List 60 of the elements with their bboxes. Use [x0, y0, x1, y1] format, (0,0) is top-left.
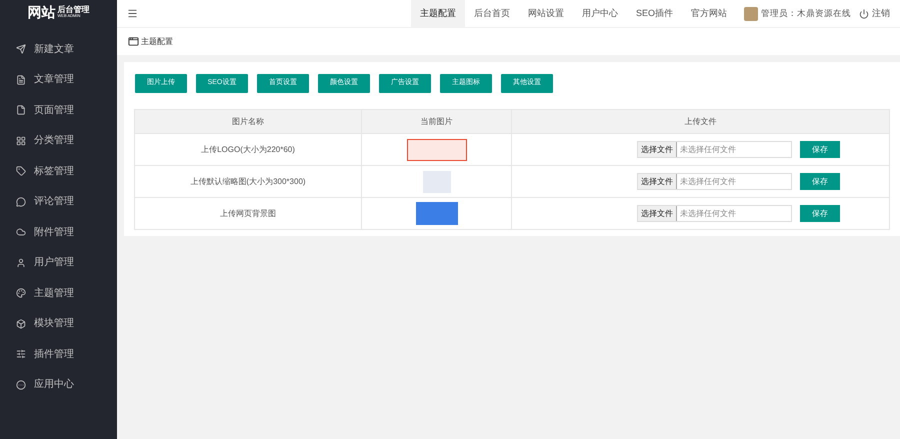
- save-button[interactable]: 保存: [800, 141, 840, 158]
- brand-title: 网站: [28, 5, 56, 19]
- sidebar-item[interactable]: 应用中心: [0, 370, 117, 400]
- window-icon: [128, 36, 139, 47]
- table-cell: 上传LOGO(大小为220*60): [134, 134, 362, 166]
- avatar: [744, 6, 758, 20]
- sliders-icon: [16, 349, 26, 360]
- sidebar-item[interactable]: 插件管理: [0, 339, 117, 370]
- page-icon: [16, 105, 26, 116]
- breadcrumb: 主题配置: [141, 36, 173, 48]
- sidebar-item[interactable]: 页面管理: [0, 95, 117, 126]
- file-status: 未选择任何文件: [680, 208, 736, 220]
- cloud-icon: [16, 227, 26, 238]
- choose-file-button[interactable]: 选择文件: [638, 206, 677, 221]
- nav-tab[interactable]: 后台首页: [464, 0, 519, 27]
- image-block: [416, 202, 458, 225]
- cube-icon: [16, 318, 26, 329]
- user-icon: [16, 258, 26, 268]
- file-status: 未选择任何文件: [680, 144, 736, 156]
- file-input[interactable]: 选择文件 未选择任何文件: [637, 205, 792, 222]
- table-cell: 上传默认缩略图(大小为300*300): [134, 166, 362, 198]
- logo-image: [406, 138, 466, 160]
- grid-icon: [16, 136, 26, 146]
- nav-tab[interactable]: 官方网站: [682, 0, 736, 27]
- power-icon: [859, 8, 869, 18]
- logout-button[interactable]: 注销: [859, 6, 890, 20]
- thumbnail-image: [422, 170, 450, 192]
- column-header: 上传文件: [512, 110, 890, 134]
- sidebar-item[interactable]: 附件管理: [0, 217, 117, 248]
- sidebar-item[interactable]: 标签管理: [0, 156, 117, 186]
- palette-icon: [16, 288, 26, 298]
- circle-dots-icon: [16, 380, 26, 390]
- menu-icon[interactable]: [127, 8, 138, 19]
- chat-bubble-icon: [16, 196, 26, 207]
- sidebar-item[interactable]: 分类管理: [0, 126, 117, 156]
- column-header: 图片名称: [134, 110, 362, 134]
- file-status: 未选择任何文件: [680, 176, 736, 188]
- nav-tab[interactable]: 用户中心: [572, 0, 627, 27]
- save-button[interactable]: 保存: [800, 205, 840, 222]
- choose-file-button[interactable]: 选择文件: [638, 142, 677, 157]
- choose-file-button[interactable]: 选择文件: [638, 174, 677, 189]
- nav-tab[interactable]: SEO插件: [626, 0, 682, 27]
- column-header: 当前图片: [362, 110, 512, 134]
- send-icon: [16, 44, 26, 54]
- nav-tab[interactable]: 网站设置: [518, 0, 573, 27]
- sidebar-item[interactable]: 评论管理: [0, 186, 117, 217]
- sidebar-item[interactable]: 新建文章: [0, 34, 117, 64]
- sidebar-item[interactable]: 主题管理: [0, 278, 117, 308]
- tag-icon: [16, 166, 26, 176]
- document-icon: [16, 74, 26, 85]
- save-button[interactable]: 保存: [800, 173, 840, 190]
- brand-subtitle: 后台管理: [58, 6, 90, 14]
- sidebar-item[interactable]: 模块管理: [0, 308, 117, 339]
- admin-name: 管理员：木鼎资源在线: [761, 7, 851, 20]
- sidebar-item[interactable]: 文章管理: [0, 64, 117, 95]
- file-input[interactable]: 选择文件 未选择任何文件: [637, 173, 792, 190]
- sidebar-item[interactable]: 用户管理: [0, 248, 117, 278]
- file-input[interactable]: 选择文件 未选择任何文件: [637, 141, 792, 158]
- table-cell: 上传网页背景图: [134, 198, 362, 230]
- nav-tab[interactable]: 主题配置: [410, 0, 465, 27]
